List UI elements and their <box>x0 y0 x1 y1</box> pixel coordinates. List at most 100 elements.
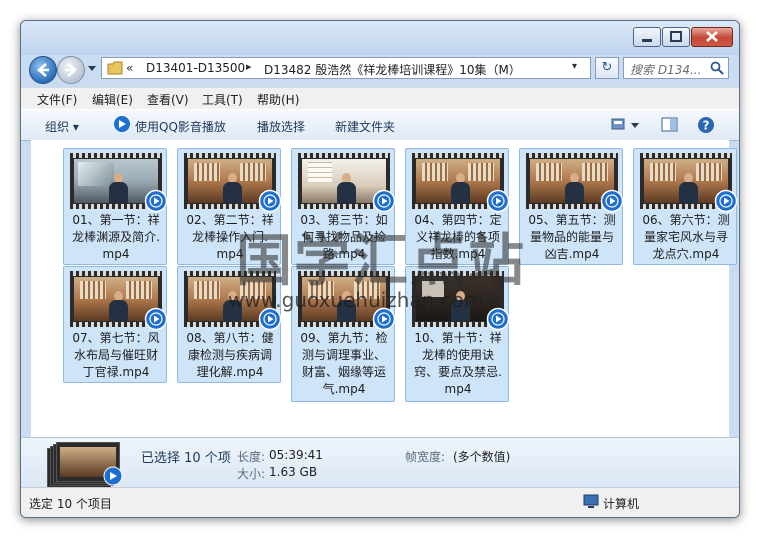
file-name-line: 08、第八节：健 <box>186 331 274 345</box>
change-view-icon[interactable] <box>611 116 641 134</box>
menu-edit[interactable]: 编辑(E) <box>92 91 133 108</box>
file-name-line: 水布局与催旺财 <box>73 348 158 362</box>
file-item[interactable]: 05、第五节：测 量物品的能量与 凶吉.mp4 <box>519 148 624 265</box>
file-name-line: 测与调理事业、 <box>301 348 386 362</box>
status-location: 计算机 <box>603 497 640 511</box>
new-folder-button[interactable]: 新建文件夹 <box>335 118 395 135</box>
file-name-line: 康检测与疾病调 <box>187 348 272 362</box>
file-name: 01、第一节：祥 龙棒渊源及简介. mp4 <box>66 212 166 263</box>
qq-video-badge-icon <box>144 307 168 331</box>
qq-video-badge-icon <box>103 466 123 486</box>
qq-video-badge-icon <box>258 189 282 213</box>
file-name-line: 01、第一节：祥 <box>72 213 160 227</box>
title-bar[interactable] <box>21 21 739 55</box>
refresh-button[interactable]: ↻ <box>595 57 619 79</box>
search-placeholder: 搜索 D134... <box>630 63 702 77</box>
file-name-line: 窍、要点及禁忌. <box>414 365 502 379</box>
minimize-button[interactable] <box>633 27 661 47</box>
frame-width-value: (多个数值) <box>453 450 511 464</box>
watermark-url: www.guoxuehuizhan.com <box>228 288 484 312</box>
qq-video-badge-icon <box>714 189 738 213</box>
play-with-qq-button[interactable]: 使用QQ影音播放 <box>135 118 226 135</box>
qq-player-icon <box>114 116 130 132</box>
qq-video-badge-icon <box>372 189 396 213</box>
help-icon[interactable]: ? <box>697 116 715 134</box>
menu-help[interactable]: 帮助(H) <box>257 91 299 108</box>
file-name: 10、第十节：祥 龙棒的使用诀 窍、要点及禁忌. mp4 <box>408 330 508 398</box>
breadcrumb-separator-icon[interactable]: ▸ <box>246 60 252 73</box>
selection-count: 已选择 10 个项 <box>141 451 231 466</box>
length-label: 长度: <box>237 450 266 464</box>
file-item[interactable]: 01、第一节：祥 龙棒渊源及简介. mp4 <box>63 148 168 265</box>
back-button[interactable] <box>29 56 57 84</box>
minimize-icon <box>642 39 652 42</box>
close-icon <box>706 31 718 42</box>
file-name-line: 量物品的能量与 <box>529 230 614 244</box>
file-name-line: 龙点穴.mp4 <box>652 247 720 261</box>
file-name-line: 气.mp4 <box>322 382 366 396</box>
menu-view[interactable]: 查看(V) <box>147 91 189 108</box>
qq-video-badge-icon <box>144 189 168 213</box>
menu-tools[interactable]: 工具(T) <box>202 91 243 108</box>
address-bar[interactable]: « D13401-D13500 ▸ D13482 殷浩然《祥龙棒培训课程》10集… <box>101 57 591 79</box>
selection-thumbnail-stack <box>47 442 123 488</box>
file-name-line: 财富、姻缘等运 <box>301 365 386 379</box>
svg-text:?: ? <box>703 119 710 133</box>
size-value: 1.63 GB <box>269 465 318 479</box>
qq-video-badge-icon <box>486 189 510 213</box>
organize-button[interactable]: 组织 ▾ <box>45 118 79 135</box>
file-name-line: 量家宅风水与寻 <box>643 230 728 244</box>
qq-video-badge-icon <box>600 189 624 213</box>
breadcrumb-parent[interactable]: D13401-D13500 <box>146 61 245 75</box>
maximize-icon <box>670 31 682 42</box>
file-name-line: 龙棒的使用诀 <box>421 348 494 362</box>
refresh-icon: ↻ <box>601 60 613 75</box>
arrow-left-icon <box>37 63 49 77</box>
file-name: 05、第五节：测 量物品的能量与 凶吉.mp4 <box>522 212 622 263</box>
arrow-right-icon <box>65 63 77 77</box>
file-item[interactable]: 07、第七节：风 水布局与催旺财 丁官禄.mp4 <box>63 266 168 383</box>
file-name-line: 05、第五节：测 <box>528 213 616 227</box>
file-name: 08、第八节：健 康检测与疾病调 理化解.mp4 <box>180 330 280 381</box>
file-name-line: 06、第六节：测 <box>642 213 730 227</box>
frame-width-label: 帧宽度: <box>405 450 446 464</box>
address-overflow-chevron[interactable]: « <box>126 61 133 75</box>
file-name-line: 理化解.mp4 <box>196 365 264 379</box>
status-bar: 选定 10 个项目 计算机 <box>21 487 739 517</box>
address-dropdown-icon[interactable]: ▾ <box>572 61 577 72</box>
qq-video-badge-icon <box>486 307 510 331</box>
maximize-button[interactable] <box>662 27 690 47</box>
menu-bar: 文件(F) 编辑(E) 查看(V) 工具(T) 帮助(H) <box>21 87 739 110</box>
recent-pages-chevron-icon[interactable] <box>87 65 97 73</box>
command-bar: 组织 ▾ 使用QQ影音播放 播放选择 新建文件夹 ? <box>21 109 739 141</box>
play-selection-button[interactable]: 播放选择 <box>257 118 305 135</box>
file-name: 09、第九节：检 测与调理事业、 财富、姻缘等运 气.mp4 <box>294 330 394 398</box>
details-pane: 已选择 10 个项 长度: 05:39:41 大小: 1.63 GB 帧宽度: … <box>21 437 739 488</box>
file-name-line: 龙棒渊源及简介. <box>72 230 160 244</box>
file-name-line: 10、第十节：祥 <box>414 331 502 345</box>
file-item[interactable]: 06、第六节：测 量家宅风水与寻 龙点穴.mp4 <box>633 148 738 265</box>
close-button[interactable] <box>691 27 733 47</box>
file-name-line: 09、第九节：检 <box>300 331 388 345</box>
size-label: 大小: <box>237 467 266 481</box>
file-name: 07、第七节：风 水布局与催旺财 丁官禄.mp4 <box>66 330 166 381</box>
menu-file[interactable]: 文件(F) <box>37 91 77 108</box>
file-name-line: mp4 <box>102 247 130 261</box>
watermark-title: 国学汇点站 <box>236 228 526 294</box>
breadcrumb-current[interactable]: D13482 殷浩然《祥龙棒培训课程》10集（M） <box>264 61 521 78</box>
file-name-line: 07、第七节：风 <box>72 331 160 345</box>
file-name-line: mp4 <box>444 382 472 396</box>
navigation-bar: « D13401-D13500 ▸ D13482 殷浩然《祥龙棒培训课程》10集… <box>21 55 739 87</box>
forward-button[interactable] <box>57 56 85 84</box>
file-name-line: 丁官禄.mp4 <box>82 365 150 379</box>
length-value: 05:39:41 <box>269 448 323 462</box>
status-selection: 选定 10 个项目 <box>29 497 112 511</box>
organize-label: 组织 <box>45 120 70 134</box>
folder-icon <box>107 61 123 75</box>
preview-pane-icon[interactable] <box>661 116 679 134</box>
search-input[interactable]: 搜索 D134... <box>623 57 729 79</box>
file-name: 06、第六节：测 量家宅风水与寻 龙点穴.mp4 <box>636 212 736 263</box>
file-name-line: 凶吉.mp4 <box>544 247 600 261</box>
computer-icon <box>583 494 599 508</box>
search-icon[interactable] <box>710 61 724 75</box>
